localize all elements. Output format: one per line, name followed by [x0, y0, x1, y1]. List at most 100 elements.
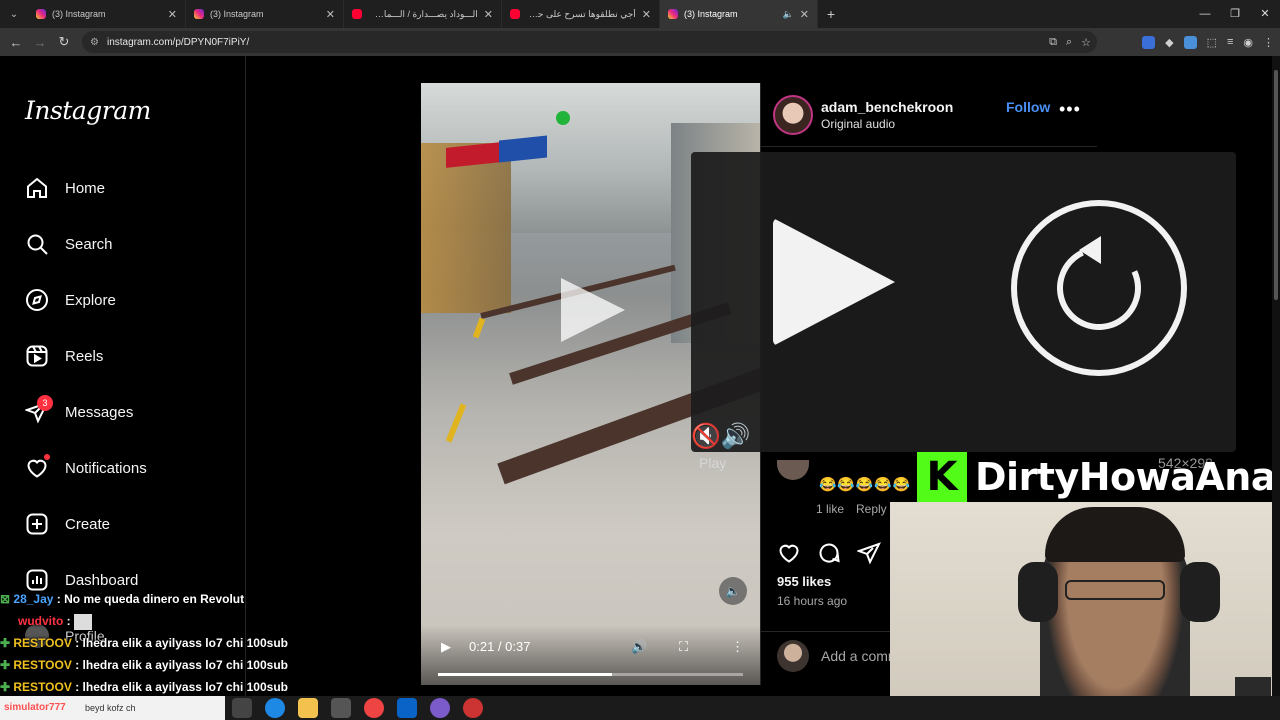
headphone-left [1018, 562, 1058, 622]
more-options-icon[interactable]: ••• [1059, 99, 1081, 120]
sidebar-item-explore[interactable]: Explore [25, 284, 235, 316]
chat-text: lhedra elik a ayilyass lo7 chi 100sub [82, 680, 288, 694]
follow-button[interactable]: Follow [1006, 99, 1050, 115]
tab-title: الـــوداد يصـــدارة / الـــماص يعو... [368, 8, 478, 19]
close-tab-icon[interactable]: ✕ [800, 8, 809, 21]
share-icon[interactable] [857, 541, 881, 565]
app-icon[interactable] [430, 698, 450, 718]
tab-4[interactable]: أجي نطلقوها تسرح على حكومة ا... ✕ [502, 0, 660, 28]
sidebar-item-search[interactable]: Search [25, 228, 235, 260]
close-tab-icon[interactable]: ✕ [326, 8, 335, 21]
taskbar-search[interactable]: simulator777 beyd kofz ch [0, 696, 225, 720]
tab-5-active[interactable]: (3) Instagram 🔈 ✕ [660, 0, 818, 28]
chat-message: ⊠ 28_Jay : No me queda dinero en Revolut [0, 592, 245, 606]
kick-logo-icon: K [917, 452, 967, 502]
youtube-favicon-icon [510, 9, 520, 19]
play-icon[interactable]: ▶ [441, 639, 451, 655]
file-explorer-icon[interactable] [298, 698, 318, 718]
close-tab-icon[interactable]: ✕ [642, 8, 651, 21]
url-bar[interactable]: ⚙ instagram.com/p/DPYN0F7iPiY/ ⧉ ⌕ ☆ [82, 31, 1097, 53]
sidebar-item-reels[interactable]: Reels [25, 340, 235, 372]
avatar[interactable] [777, 460, 809, 480]
video-sign-green [556, 111, 570, 125]
task-view-icon[interactable] [232, 698, 252, 718]
sidebar-item-label: Dashboard [65, 571, 139, 589]
profile-icon[interactable]: ◉ [1243, 36, 1253, 49]
post-header: adam_benchekroon Original audio Follow •… [761, 83, 1097, 147]
close-tab-icon[interactable]: ✕ [484, 8, 493, 21]
sidebar-item-label: Explore [65, 291, 116, 309]
new-tab-button[interactable]: + [818, 6, 844, 22]
extension-icon[interactable] [1183, 35, 1197, 49]
mute-volume-icon[interactable]: 🔇🔊 [691, 422, 751, 451]
extensions-area: ◆ ⬚ ≡ ◉ ⋮ [1142, 28, 1274, 56]
search-icon [27, 234, 48, 255]
back-icon[interactable]: ← [4, 35, 28, 50]
app-icon[interactable] [463, 698, 483, 718]
post-timestamp: 16 hours ago [777, 594, 848, 608]
tab-3[interactable]: الـــوداد يصـــدارة / الـــماص يعو... ✕ [344, 0, 502, 28]
volume-icon[interactable]: 🔈 [719, 577, 747, 605]
tab-search-icon[interactable]: ⌄ [0, 0, 28, 28]
close-tab-icon[interactable]: ✕ [168, 8, 177, 21]
sidebar-item-home[interactable]: Home [25, 172, 235, 204]
reload-icon[interactable]: ↻ [52, 34, 76, 50]
tab-1[interactable]: (3) Instagram ✕ [28, 0, 186, 28]
streamer-glasses [1065, 580, 1165, 600]
sidebar-item-create[interactable]: Create [25, 508, 235, 540]
media-overlay-popup: 🔇🔊 Play 542×298 [691, 152, 1236, 471]
play-overlay-icon[interactable] [561, 278, 625, 342]
video-controls: ▶ 0:21 / 0:37 🔊 ⛶ ⋮ [421, 625, 760, 685]
taskbar-apps [232, 698, 483, 718]
instagram-logo[interactable]: Instagram [25, 96, 151, 125]
maximize-icon[interactable]: ❐ [1220, 0, 1250, 28]
reels-icon [26, 345, 48, 367]
large-play-icon[interactable] [773, 218, 895, 346]
minimize-icon[interactable]: — [1190, 0, 1220, 28]
chat-text: No me queda dinero en Revolut [64, 592, 245, 606]
streamer-hair [1045, 507, 1185, 562]
extension-icon[interactable] [1142, 35, 1156, 49]
page-scrollbar[interactable] [1272, 56, 1280, 696]
edge-icon[interactable] [265, 698, 285, 718]
fullscreen-icon[interactable]: ⛶ [679, 639, 688, 655]
bookmark-star-icon[interactable]: ☆ [1081, 36, 1091, 49]
avatar[interactable] [773, 95, 813, 135]
extension-icon[interactable]: ◆ [1165, 36, 1173, 49]
install-icon[interactable]: ⧉ [1049, 36, 1057, 49]
chrome-icon[interactable] [364, 698, 384, 718]
video-progress-bar[interactable] [438, 673, 743, 676]
like-count[interactable]: 955 likes [777, 574, 831, 589]
omnibox-actions: ⧉ ⌕ ☆ [1049, 31, 1091, 53]
messages-badge: 3 [37, 395, 53, 411]
original-audio-link[interactable]: Original audio [821, 117, 895, 131]
scrollbar-thumb[interactable] [1274, 70, 1278, 300]
tab-title: أجي نطلقوها تسرح على حكومة ا... [526, 8, 636, 19]
more-options-icon[interactable]: ⋮ [731, 639, 744, 655]
zoom-icon[interactable]: ⌕ [1066, 36, 1072, 49]
outlook-icon[interactable] [397, 698, 417, 718]
post-username[interactable]: adam_benchekroon [821, 99, 953, 115]
site-info-icon[interactable]: ⚙ [90, 37, 99, 48]
tab-2[interactable]: (3) Instagram ✕ [186, 0, 344, 28]
add-comment-input[interactable]: Add a comm [821, 648, 900, 664]
stream-chat: ⊠ 28_Jay : No me queda dinero en Revolut… [0, 591, 420, 701]
menu-icon[interactable]: ⋮ [1263, 36, 1274, 49]
stream-brand: K DirtyHowaAnaa [917, 452, 1280, 502]
address-toolbar: ← → ↻ ⚙ instagram.com/p/DPYN0F7iPiY/ ⧉ ⌕… [0, 28, 1280, 56]
comment-like-count[interactable]: 1 like [816, 502, 844, 516]
volume-icon[interactable]: 🔊 [631, 639, 647, 655]
store-icon[interactable] [331, 698, 351, 718]
close-window-icon[interactable]: ✕ [1250, 0, 1280, 28]
chat-badge-icon: ✚ [0, 658, 14, 672]
tab-audio-icon[interactable]: 🔈 [783, 9, 794, 20]
sidebar-item-notifications[interactable]: Notifications [25, 452, 235, 484]
replay-icon[interactable] [1011, 200, 1187, 376]
like-heart-icon[interactable] [777, 541, 801, 565]
comment-icon[interactable] [817, 541, 841, 565]
reply-button[interactable]: Reply [856, 502, 887, 516]
sidebar-item-messages[interactable]: 3 Messages [25, 395, 235, 428]
media-icon[interactable]: ≡ [1227, 36, 1233, 48]
forward-icon[interactable]: → [28, 35, 52, 50]
puzzle-icon[interactable]: ⬚ [1207, 36, 1217, 49]
